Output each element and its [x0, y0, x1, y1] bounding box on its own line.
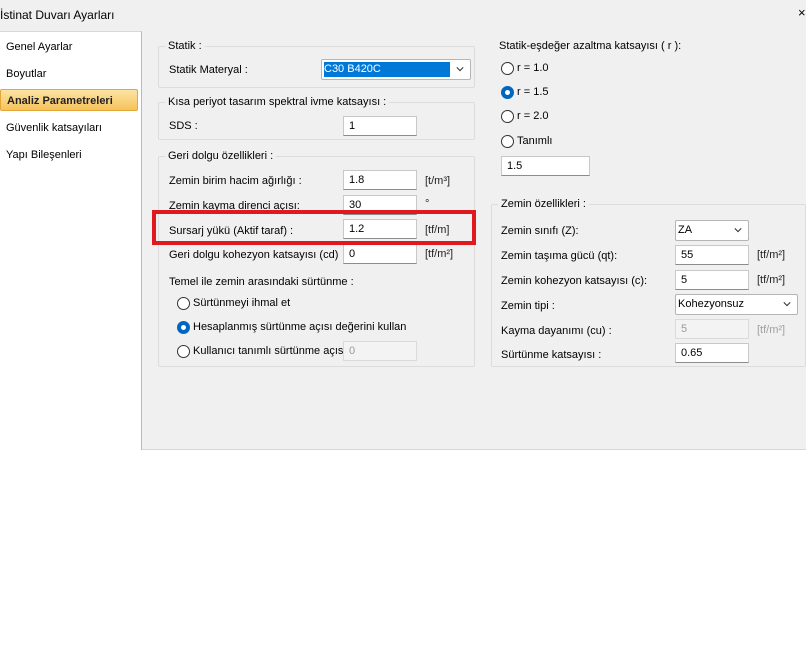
radio-r-1-5[interactable]: r = 1.5 — [501, 85, 591, 101]
radio-label: Kullanıcı tanımlı sürtünme açısı : — [193, 345, 353, 357]
azaltma-section: Statik-eşdeğer azaltma katsayısı ( r ): … — [491, 39, 806, 184]
azaltma-custom-input[interactable]: 1.5 — [501, 156, 590, 176]
user-friction-input[interactable]: 0 — [343, 341, 417, 361]
radio-label: r = 1.0 — [517, 62, 549, 74]
chevron-down-icon — [734, 228, 742, 233]
chevron-down-icon — [783, 302, 791, 307]
sds-input[interactable]: 1 — [343, 116, 417, 136]
statik-material-label: Statik Materyal : — [169, 64, 248, 76]
spektral-group: Kısa periyot tasarım spektral ivme katsa… — [158, 96, 475, 140]
zemin-group: Zemin özellikleri : Zemin sınıfı (Z): ZA… — [491, 198, 806, 367]
close-icon[interactable]: × — [798, 5, 806, 20]
zemin-sinifi-dropdown[interactable]: ZA — [675, 220, 749, 241]
zemin-kohezyon-input[interactable]: 5 — [675, 270, 749, 290]
sds-label: SDS : — [169, 120, 198, 132]
chevron-down-icon — [456, 67, 464, 72]
spektral-group-title: Kısa periyot tasarım spektral ivme katsa… — [165, 96, 390, 109]
kayma-dayanimi-unit: [tf/m²] — [757, 324, 786, 336]
sidebar-item-yapi-bilesenleri[interactable]: Yapı Bileşenleri — [0, 144, 138, 166]
tasima-gucu-label: Zemin taşıma gücü (qt): — [501, 250, 618, 262]
zemin-birim-hacim-label: Zemin birim hacim ağırlığı : — [169, 175, 302, 187]
radio-button[interactable] — [177, 297, 190, 310]
azaltma-title: Statik-eşdeğer azaltma katsayısı ( r ): — [499, 40, 682, 52]
radio-surtunme-ihmal[interactable]: Sürtünmeyi ihmal et — [177, 296, 437, 312]
radio-label: Sürtünmeyi ihmal et — [193, 297, 291, 309]
zemin-sinifi-value: ZA — [678, 224, 693, 236]
radio-label: r = 1.5 — [517, 86, 549, 98]
surtunme-katsayisi-label: Sürtünme katsayısı : — [501, 349, 602, 361]
surtunme-katsayisi-input[interactable]: 0.65 — [675, 343, 749, 363]
radio-r-2-0[interactable]: r = 2.0 — [501, 109, 591, 125]
zemin-group-title: Zemin özellikleri : — [498, 198, 589, 211]
sursarj-highlight-frame — [152, 210, 476, 245]
radio-label: Tanımlı — [517, 135, 553, 147]
geri-dolgu-group: Geri dolgu özellikleri : Zemin birim hac… — [158, 150, 475, 367]
sidebar-item-boyutlar[interactable]: Boyutlar — [0, 63, 138, 85]
radio-hesaplanmis-surtunme[interactable]: Hesaplanmış sürtünme açısı değerini kull… — [177, 320, 467, 336]
kayma-direnci-unit: ° — [425, 198, 430, 210]
radio-label: Hesaplanmış sürtünme açısı değerini kull… — [193, 321, 407, 333]
zemin-kohezyon-label: Zemin kohezyon katsayısı (c): — [501, 275, 648, 287]
sidebar-item-genel-ayarlar[interactable]: Genel Ayarlar — [0, 36, 138, 58]
sidebar-item-analiz-parametreleri[interactable]: Analiz Parametreleri — [0, 89, 138, 111]
radio-button-checked[interactable] — [501, 86, 514, 99]
radio-button[interactable] — [177, 345, 190, 358]
kayma-dayanimi-input[interactable]: 5 — [675, 319, 749, 339]
kohezyon-label: Geri dolgu kohezyon katsayısı (cd) — [169, 249, 339, 261]
tasima-gucu-unit: [tf/m²] — [757, 249, 786, 261]
window-title: İstinat Duvarı Ayarları — [0, 8, 115, 22]
tasima-gucu-input[interactable]: 55 — [675, 245, 749, 265]
geri-dolgu-group-title: Geri dolgu özellikleri : — [165, 150, 277, 163]
radio-r-1-0[interactable]: r = 1.0 — [501, 61, 591, 77]
statik-material-dropdown[interactable]: C30 B420C — [321, 59, 471, 80]
kohezyon-unit: [tf/m²] — [425, 248, 454, 260]
kayma-dayanimi-label: Kayma dayanımı (cu) : — [501, 325, 612, 337]
kohezyon-input[interactable]: 0 — [343, 244, 417, 264]
zemin-sinifi-label: Zemin sınıfı (Z): — [501, 225, 579, 237]
zemin-kohezyon-unit: [tf/m²] — [757, 274, 786, 286]
zemin-tipi-dropdown[interactable]: Kohezyonsuz — [675, 294, 798, 315]
radio-button[interactable] — [501, 135, 514, 148]
statik-group: Statik : Statik Materyal : C30 B420C — [158, 40, 475, 88]
radio-kullanici-tanimli[interactable]: Kullanıcı tanımlı sürtünme açısı : — [177, 344, 357, 360]
zemin-birim-hacim-input[interactable]: 1.8 — [343, 170, 417, 190]
zemin-tipi-label: Zemin tipi : — [501, 300, 555, 312]
sidebar: Genel Ayarlar Boyutlar Analiz Parametrel… — [0, 31, 142, 450]
radio-label: r = 2.0 — [517, 110, 549, 122]
radio-tanimli[interactable]: Tanımlı — [501, 134, 591, 150]
zemin-birim-hacim-unit: [t/m³] — [425, 175, 451, 187]
zemin-tipi-value: Kohezyonsuz — [678, 298, 745, 310]
radio-button[interactable] — [501, 110, 514, 123]
statik-group-title: Statik : — [165, 40, 205, 53]
sidebar-item-guvenlik-katsayilari[interactable]: Güvenlik katsayıları — [0, 117, 138, 139]
radio-button-checked[interactable] — [177, 321, 190, 334]
radio-button[interactable] — [501, 62, 514, 75]
title-bar: İstinat Duvarı Ayarları × — [0, 0, 806, 30]
statik-material-value: C30 B420C — [324, 62, 450, 77]
friction-title: Temel ile zemin arasındaki sürtünme : — [169, 276, 354, 288]
